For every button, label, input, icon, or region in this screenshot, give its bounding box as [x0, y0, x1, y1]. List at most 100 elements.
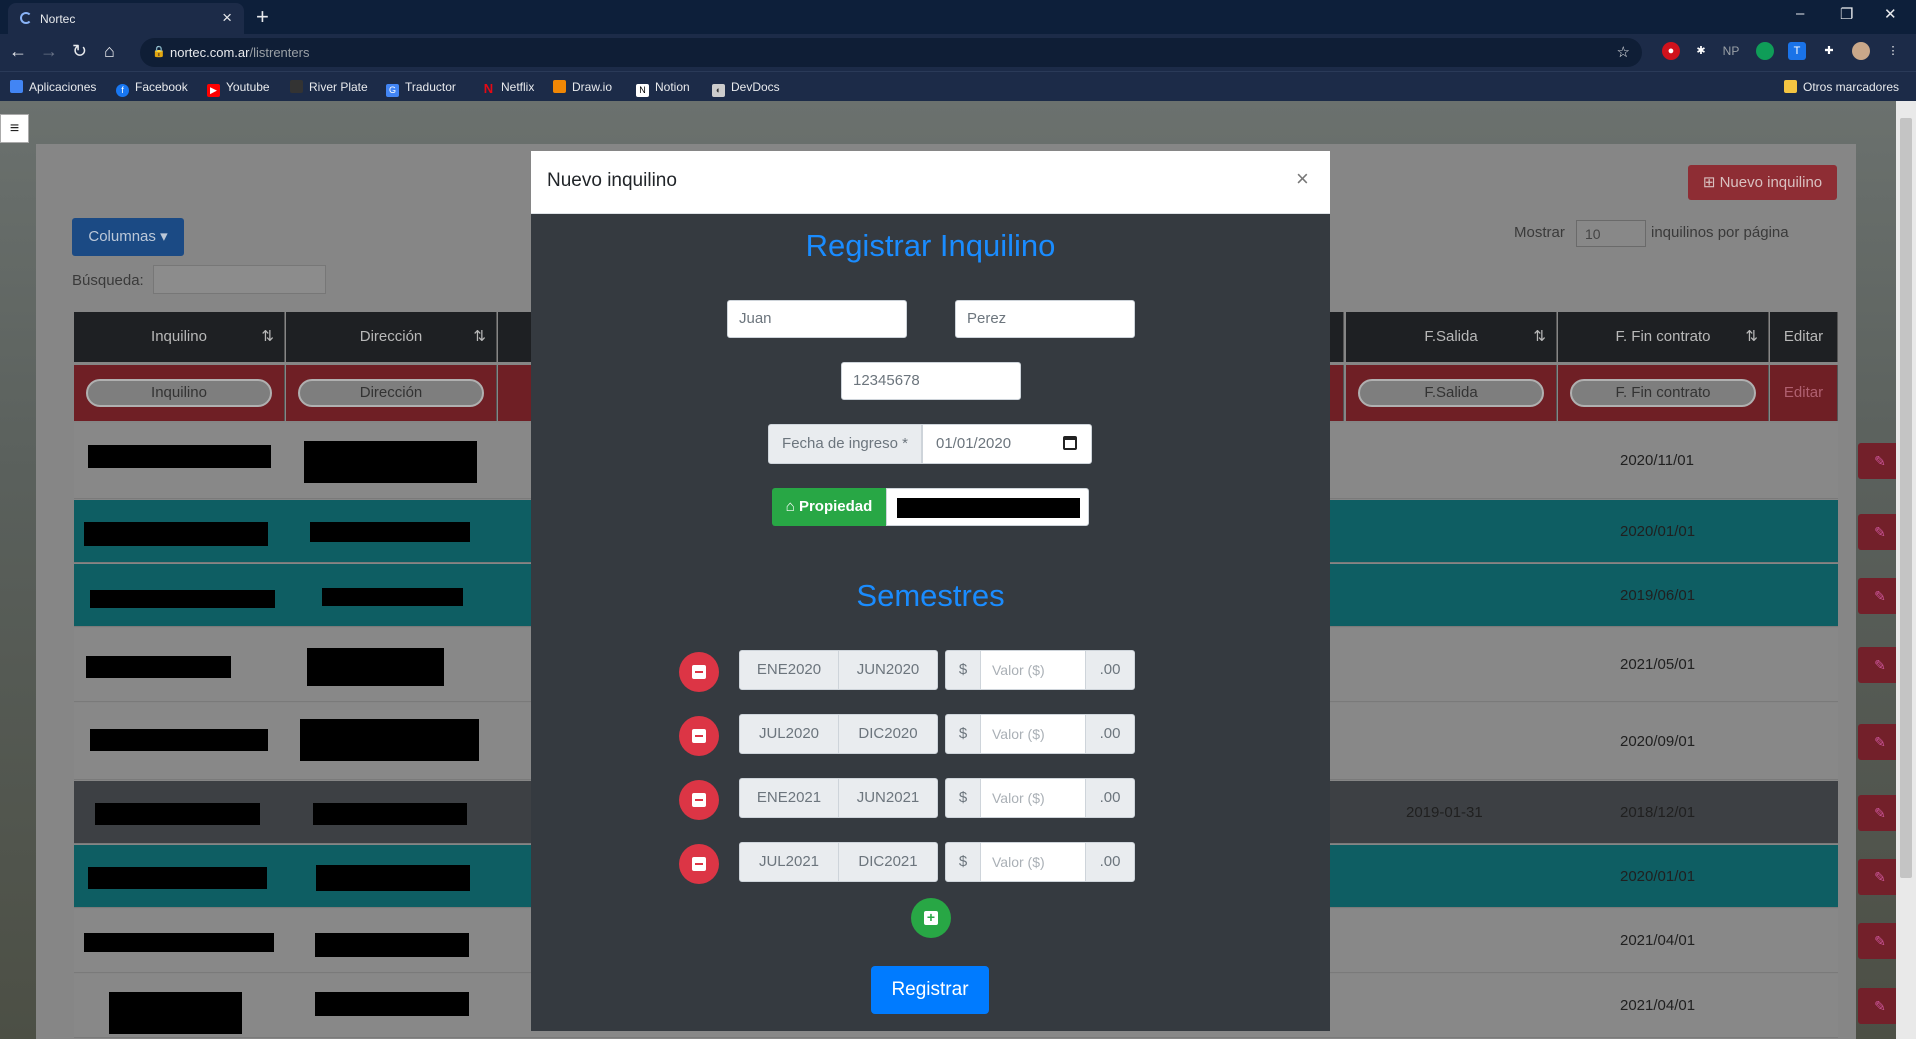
extensions-puzzle-icon[interactable]: ✚ — [1820, 42, 1838, 60]
bookmark-apps[interactable]: Aplicaciones — [10, 80, 96, 94]
redacted-address — [316, 865, 470, 891]
cents-addon: .00 — [1085, 650, 1135, 690]
redacted-renter-name — [90, 590, 275, 608]
minimize-icon[interactable]: – — [1796, 5, 1804, 22]
currency-addon: $ — [945, 650, 981, 690]
modal-close-icon[interactable]: × — [1296, 166, 1309, 192]
redacted-renter-name — [90, 729, 268, 751]
cents-addon: .00 — [1085, 842, 1135, 882]
river-plate-icon — [290, 80, 303, 93]
first-name-input[interactable]: Juan — [727, 300, 907, 338]
header-renter[interactable]: Inquilino ⇅ — [74, 312, 285, 362]
profile-avatar[interactable] — [1852, 42, 1870, 60]
forward-icon[interactable]: → — [40, 41, 58, 62]
property-button[interactable]: ⌂ Propiedad — [772, 488, 886, 526]
bookmark-devdocs[interactable]: ◐ DevDocs — [712, 80, 780, 97]
page-size-select[interactable]: 10 — [1576, 220, 1646, 247]
semester-value-input[interactable]: Valor ($) — [980, 650, 1086, 690]
address-bar[interactable]: 🔒 nortec.com.ar/listrenters ☆ — [140, 38, 1642, 67]
bookmark-facebook[interactable]: f Facebook — [116, 80, 188, 97]
per-page-label: inquilinos por página — [1651, 224, 1789, 241]
remove-semester-button[interactable] — [679, 716, 719, 756]
filter-contract-end-input[interactable]: F. Fin contrato — [1570, 379, 1756, 407]
redacted-renter-name — [95, 803, 260, 825]
restore-icon[interactable]: ❐ — [1840, 5, 1853, 23]
semesters-heading: Semestres — [856, 578, 1005, 613]
browser-tab[interactable]: Nortec × — [8, 3, 244, 34]
header-contract-end[interactable]: F. Fin contrato ⇅ — [1558, 312, 1769, 362]
menu-dots-icon[interactable]: ⋮ — [1884, 42, 1902, 60]
extension-green-icon[interactable] — [1756, 42, 1774, 60]
header-partial — [498, 312, 532, 362]
new-renter-button[interactable]: ⊞ Nuevo inquilino — [1688, 165, 1837, 200]
bookmark-netflix[interactable]: N Netflix — [482, 80, 535, 96]
redacted-address — [300, 719, 479, 761]
cents-addon: .00 — [1085, 714, 1135, 754]
netflix-icon: N — [483, 81, 494, 96]
sort-icon: ⇅ — [1745, 328, 1758, 345]
filter-address-input[interactable]: Dirección — [298, 379, 484, 407]
sort-icon: ⇅ — [1533, 328, 1546, 345]
header-address[interactable]: Dirección ⇅ — [286, 312, 497, 362]
add-semester-button[interactable] — [911, 898, 951, 938]
redacted-address — [310, 522, 470, 542]
bookmark-notion[interactable]: N Notion — [636, 80, 690, 97]
filter-edit: Editar — [1770, 365, 1838, 421]
header-exit-date[interactable]: F.Salida ⇅ — [1346, 312, 1557, 362]
extension-gear-icon[interactable]: ✱ — [1692, 42, 1710, 60]
home-icon: ⌂ — [785, 498, 799, 515]
extension-np-icon[interactable]: NP — [1720, 42, 1742, 60]
currency-addon: $ — [945, 842, 981, 882]
window-close-icon[interactable]: ✕ — [1884, 5, 1897, 23]
bookmark-other[interactable]: Otros marcadores — [1784, 80, 1899, 94]
hamburger-menu-icon[interactable]: ≡ — [0, 114, 29, 143]
semester-value-input[interactable]: Valor ($) — [980, 778, 1086, 818]
dni-input[interactable]: 12345678 — [841, 362, 1021, 400]
reload-icon[interactable]: ↻ — [72, 41, 87, 62]
back-icon[interactable]: ← — [9, 41, 27, 62]
redacted-renter-name — [86, 656, 231, 678]
contract-end-cell: 2021/04/01 — [1620, 997, 1696, 1014]
translate-icon: G — [386, 84, 399, 97]
bookmark-translator[interactable]: G Traductor — [386, 80, 456, 97]
new-tab-icon[interactable]: + — [256, 4, 269, 30]
bookmark-youtube[interactable]: ▶ Youtube — [207, 80, 270, 97]
register-button[interactable]: Registrar — [871, 966, 989, 1014]
apps-grid-icon — [10, 80, 23, 93]
redacted-address — [307, 648, 444, 686]
bookmark-drawio[interactable]: Draw.io — [553, 80, 612, 94]
sort-icon: ⇅ — [473, 328, 486, 345]
cents-addon: .00 — [1085, 778, 1135, 818]
modal-title: Nuevo inquilino — [547, 170, 677, 191]
semester-start: ENE2021 — [739, 778, 839, 818]
semester-value-input[interactable]: Valor ($) — [980, 714, 1086, 754]
property-select[interactable] — [886, 488, 1089, 526]
contract-end-cell: 2020/01/01 — [1620, 522, 1696, 540]
scrollbar-thumb[interactable] — [1900, 118, 1912, 878]
tab-bar: Nortec × + – ❐ ✕ — [0, 0, 1916, 34]
filter-partial — [1330, 365, 1344, 421]
remove-semester-button[interactable] — [679, 780, 719, 820]
header-edit: Editar — [1770, 312, 1838, 362]
close-tab-icon[interactable]: × — [222, 8, 232, 28]
remove-semester-button[interactable] — [679, 844, 719, 884]
last-name-input[interactable]: Perez — [955, 300, 1135, 338]
extension-t-icon[interactable]: T — [1788, 42, 1806, 60]
browser-toolbar: ← → ↻ ⌂ 🔒 nortec.com.ar/listrenters ☆ ● … — [0, 34, 1916, 71]
columns-button[interactable]: Columnas ▾ — [72, 218, 184, 256]
filter-renter-input[interactable]: Inquilino — [86, 379, 272, 407]
url-path: /listrenters — [249, 45, 310, 60]
semester-value-input[interactable]: Valor ($) — [980, 842, 1086, 882]
home-icon[interactable]: ⌂ — [104, 41, 115, 62]
remove-semester-button[interactable] — [679, 652, 719, 692]
redacted-address — [313, 803, 467, 825]
search-input[interactable] — [153, 265, 326, 294]
bookmark-river-plate[interactable]: River Plate — [290, 80, 368, 94]
extension-red-icon[interactable]: ● — [1662, 42, 1680, 60]
calendar-icon[interactable] — [1063, 436, 1077, 450]
entry-date-label: Fecha de ingreso * — [768, 424, 922, 464]
filter-exit-date-input[interactable]: F.Salida — [1358, 379, 1544, 407]
bookmark-star-icon[interactable]: ☆ — [1617, 43, 1630, 61]
entry-date-input[interactable]: 01/01/2020 — [922, 424, 1092, 464]
currency-addon: $ — [945, 714, 981, 754]
